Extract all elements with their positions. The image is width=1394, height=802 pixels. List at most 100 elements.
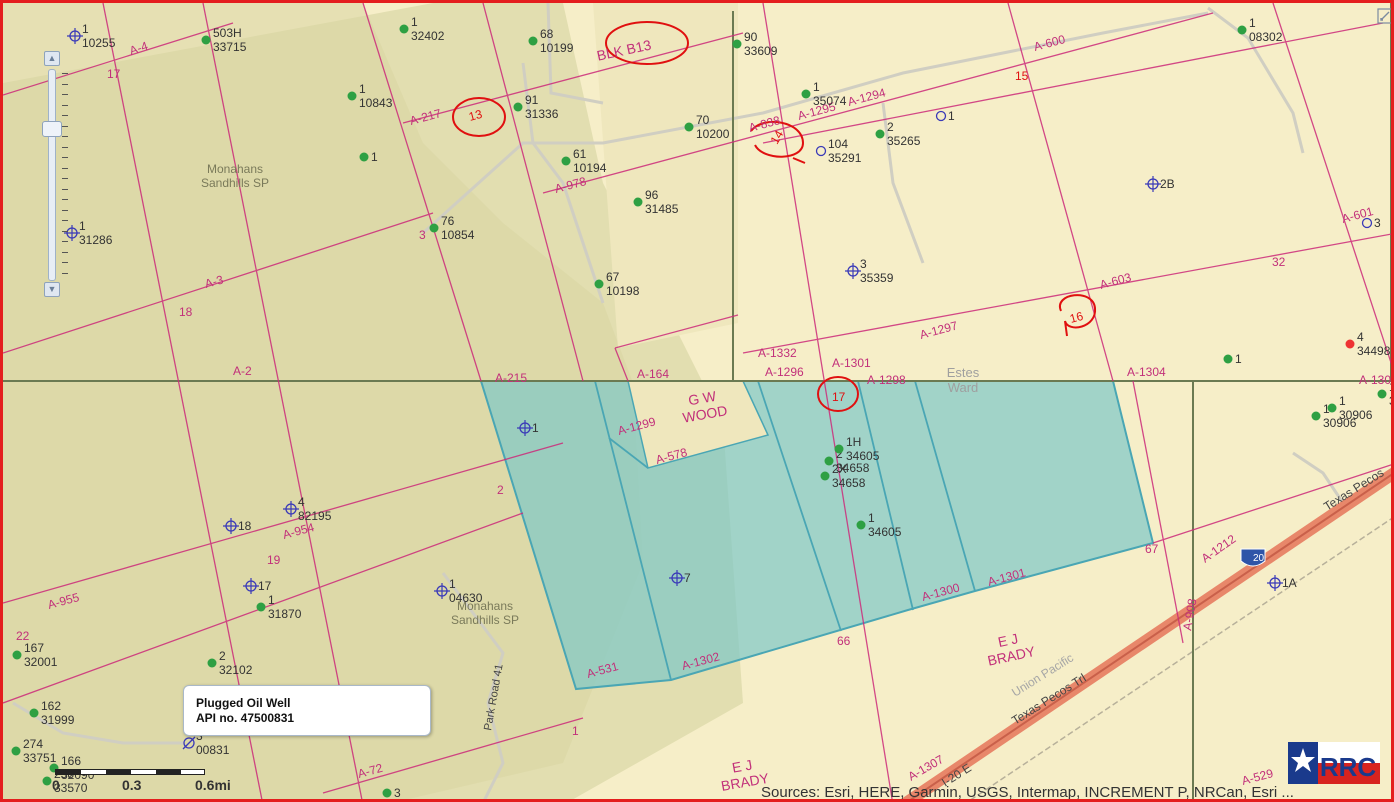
oil-well-icon: [732, 39, 742, 49]
zoom-tick: [62, 157, 68, 158]
oil-well-icon: [1311, 411, 1321, 421]
oil-well-icon: [207, 658, 217, 668]
zoom-tick: [62, 115, 68, 116]
well-marker[interactable]: [820, 471, 830, 481]
survey-label: 3: [419, 228, 426, 242]
well-marker[interactable]: [875, 129, 885, 139]
oil-well-icon: [875, 129, 885, 139]
well-marker[interactable]: [29, 708, 39, 718]
survey-label: A-1301: [832, 356, 871, 370]
well-marker[interactable]: [256, 602, 266, 612]
zoom-out-button[interactable]: ▼: [44, 282, 60, 297]
zoom-track[interactable]: [48, 69, 56, 281]
map-canvas[interactable]: Monahans Sandhills SPMonahans Sandhills SP…: [3, 3, 1394, 802]
oil-well-icon: [684, 122, 694, 132]
well-label: 1: [948, 109, 955, 123]
road-label: 20: [1253, 553, 1265, 564]
well-marker[interactable]: [1237, 25, 1247, 35]
survey-label: 32: [1272, 255, 1286, 269]
oil-well-icon: [801, 89, 811, 99]
rrc-logo: RRC: [1288, 742, 1380, 784]
survey-label: A-1332: [758, 346, 797, 360]
oil-well-icon: [528, 36, 538, 46]
oil-well-icon: [256, 602, 266, 612]
oil-well-icon: [633, 197, 643, 207]
well-marker[interactable]: [207, 658, 217, 668]
well-marker[interactable]: [11, 746, 21, 756]
scale-label-0: 0: [52, 777, 60, 793]
oil-well-icon: [347, 91, 357, 101]
oil-well-icon: [29, 708, 39, 718]
well-marker[interactable]: [1311, 411, 1321, 421]
survey-label: A-1304: [1127, 365, 1166, 379]
well-marker[interactable]: [1377, 389, 1387, 399]
oil-well-icon: [856, 520, 866, 530]
well-marker[interactable]: [347, 91, 357, 101]
survey-label: 18: [179, 305, 193, 319]
oil-well-icon: [11, 746, 21, 756]
well-label: 1: [1235, 352, 1242, 366]
zoom-thumb[interactable]: [42, 121, 62, 137]
zoom-tick: [62, 83, 68, 85]
oil-well-icon: [513, 102, 523, 112]
well-label: 131149: [1389, 380, 1394, 408]
well-marker[interactable]: [561, 156, 571, 166]
zoom-tick: [62, 178, 68, 179]
oil-well-icon: [201, 35, 211, 45]
well-marker[interactable]: [429, 223, 439, 233]
zoom-slider[interactable]: ▲ ▼: [42, 51, 68, 297]
well-info-popup: Plugged Oil Well API no. 47500831: [183, 685, 431, 736]
well-marker[interactable]: [684, 122, 694, 132]
popup-api: API no. 47500831: [196, 711, 295, 725]
well-marker[interactable]: [594, 279, 604, 289]
oil-well-icon: [820, 471, 830, 481]
well-label: 1: [532, 421, 539, 435]
zoom-in-button[interactable]: ▲: [44, 51, 60, 66]
scale-bar: 0 0.3 0.6mi: [52, 767, 245, 797]
oil-well-icon: [1237, 25, 1247, 35]
well-label: 18: [238, 519, 252, 533]
zoom-tick: [62, 209, 68, 211]
well-marker[interactable]: [382, 788, 392, 798]
survey-label: 66: [837, 634, 851, 648]
expand-icon[interactable]: [1377, 8, 1393, 24]
zoom-tick: [62, 251, 68, 253]
well-marker[interactable]: [834, 444, 844, 454]
well-marker[interactable]: [12, 650, 22, 660]
survey-label: A-2: [233, 364, 252, 378]
zoom-tick: [62, 230, 68, 232]
survey-label: A-1296: [765, 365, 804, 379]
well-marker[interactable]: [633, 197, 643, 207]
well-marker[interactable]: [513, 102, 523, 112]
map-frame: Monahans Sandhills SP Monahans Sandhills SP…: [0, 0, 1394, 802]
well-label: 17: [258, 579, 272, 593]
scale-label-mid: 0.3: [122, 777, 142, 793]
oil-well-icon: [42, 776, 52, 786]
well-marker[interactable]: [856, 520, 866, 530]
zoom-tick: [62, 241, 68, 242]
well-label: 2B: [1160, 177, 1175, 191]
well-label: 3: [1374, 216, 1381, 230]
well-marker[interactable]: [528, 36, 538, 46]
well-marker[interactable]: [201, 35, 211, 45]
survey-label: 17: [107, 67, 121, 81]
well-marker[interactable]: [732, 39, 742, 49]
gas-well-icon: [1345, 339, 1355, 349]
well-marker[interactable]: [801, 89, 811, 99]
oil-well-icon: [834, 444, 844, 454]
survey-label: 1: [572, 724, 579, 738]
well-marker[interactable]: [359, 152, 369, 162]
oil-well-icon: [429, 223, 439, 233]
well-marker[interactable]: [399, 24, 409, 34]
well-marker[interactable]: [42, 776, 52, 786]
scale-bar-line: [55, 769, 205, 775]
survey-label: A-215: [495, 371, 527, 385]
survey-label: 17: [832, 390, 846, 404]
oil-well-icon: [399, 24, 409, 34]
survey-label: 2: [497, 483, 504, 497]
well-marker[interactable]: [1345, 339, 1355, 349]
oil-well-icon: [594, 279, 604, 289]
well-marker[interactable]: [1223, 354, 1233, 364]
zoom-tick: [62, 167, 68, 169]
zoom-tick: [62, 94, 68, 95]
